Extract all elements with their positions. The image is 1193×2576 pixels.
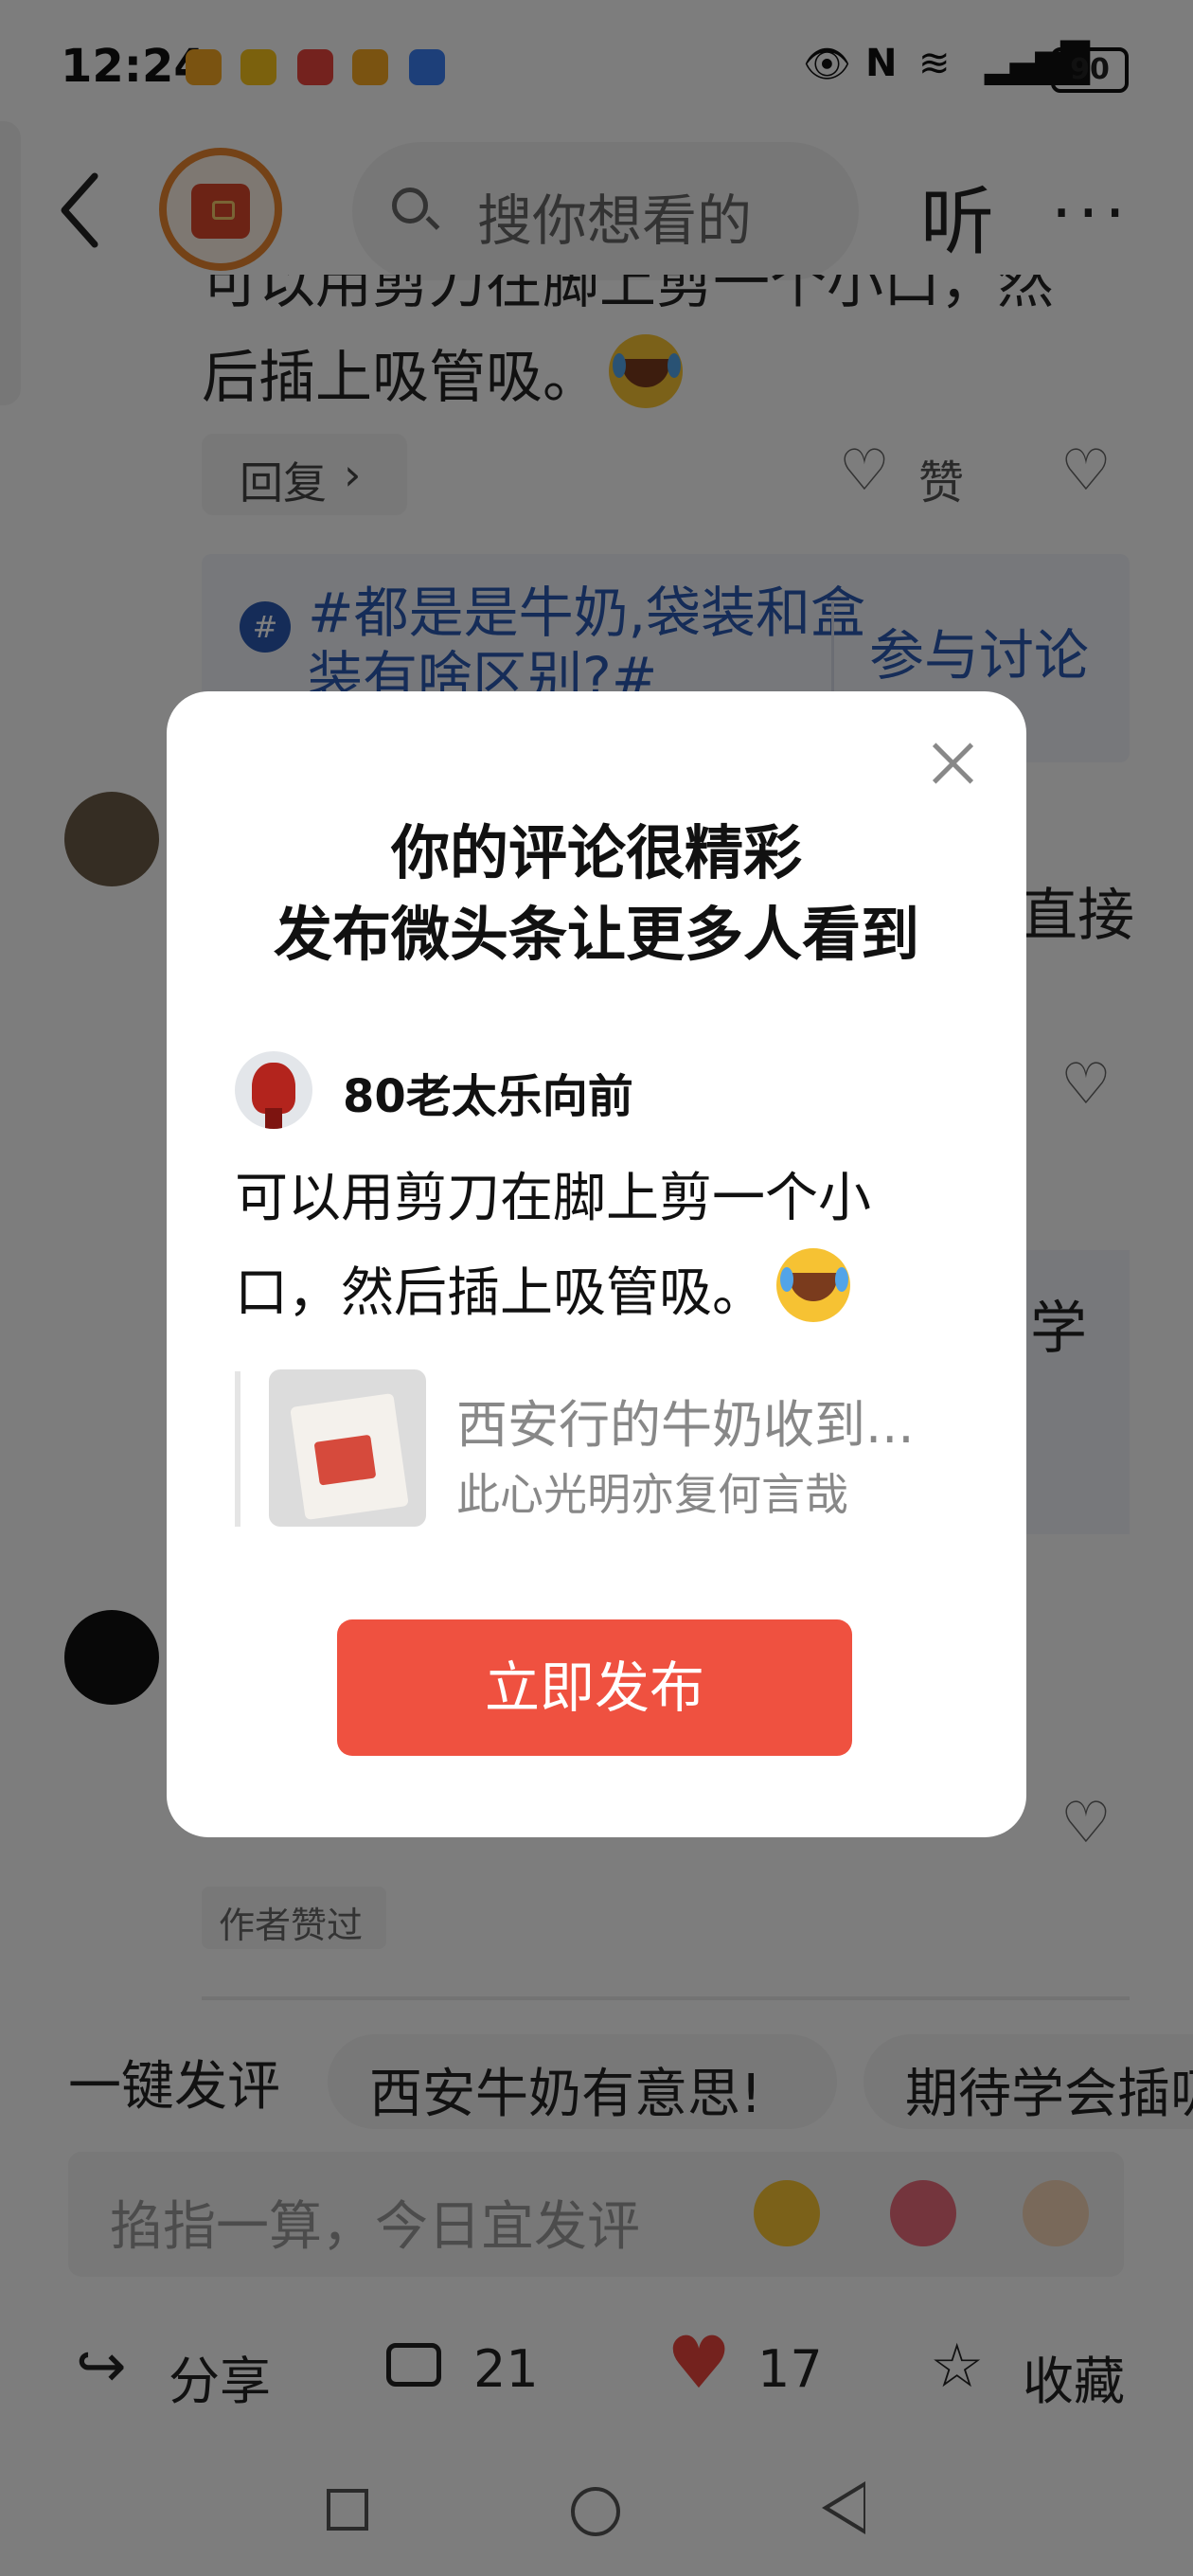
quoted-article-title: 西安行的牛奶收到... [456,1395,915,1455]
quoted-article-author: 此心光明亦复何言哉 [456,1469,848,1520]
comment-preview-text: 可以用剪刀在脚上剪一个小口，然后插上吸管吸。 [235,1168,871,1324]
tower-icon [252,1063,295,1114]
dialog-title-line-1: 你的评论很精彩 [390,818,802,887]
comment-preview: 可以用剪刀在脚上剪一个小口，然后插上吸管吸。 [235,1152,954,1341]
tower-base [265,1108,282,1129]
username: 80老太乐向前 [343,1070,633,1123]
article-thumbnail [269,1369,426,1527]
milk-pack-image [290,1392,409,1521]
user-avatar [235,1051,312,1129]
close-icon[interactable] [932,741,975,784]
laughing-emoji-icon [776,1248,850,1322]
publish-dialog: 你的评论很精彩 发布微头条让更多人看到 80老太乐向前 可以用剪刀在脚上剪一个小… [167,691,1026,1837]
dialog-title-line-2: 发布微头条让更多人看到 [273,900,919,969]
quote-bar [235,1371,240,1527]
publish-now-button[interactable]: 立即发布 [337,1619,852,1756]
